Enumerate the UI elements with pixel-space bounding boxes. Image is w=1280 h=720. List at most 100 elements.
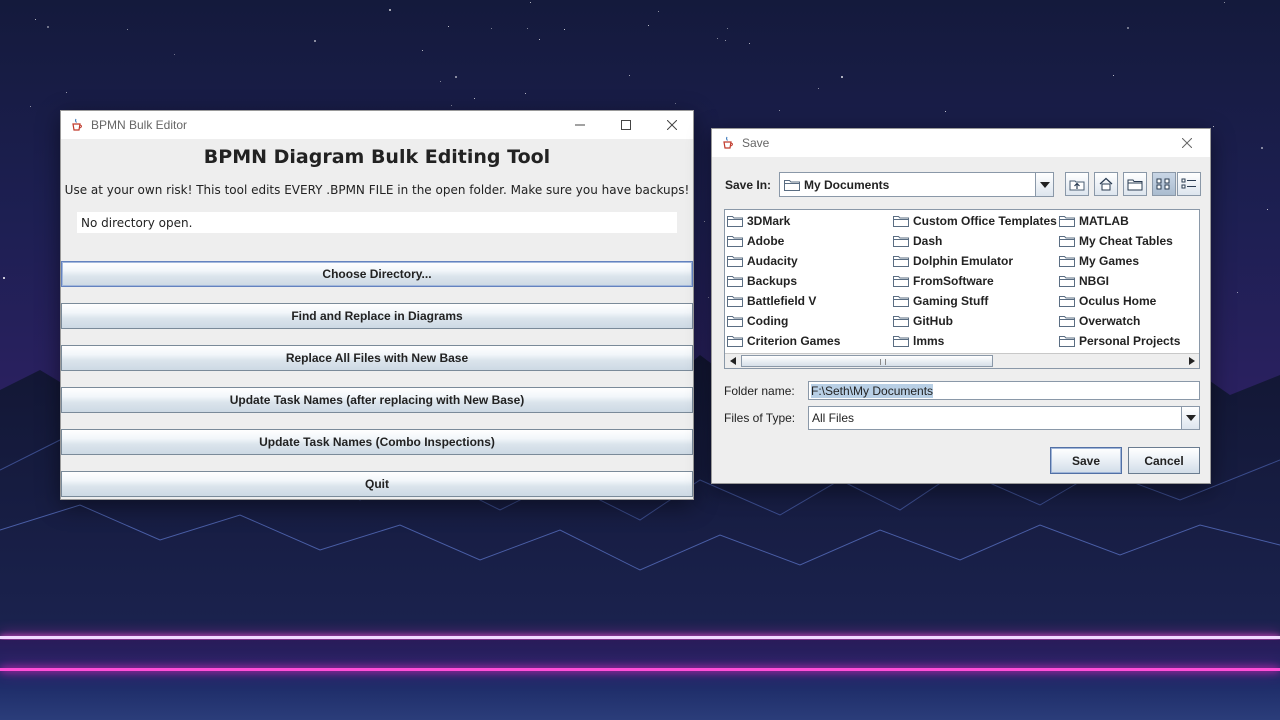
star	[675, 103, 676, 104]
update-task-names-combo-button[interactable]: Update Task Names (Combo Inspections)	[61, 429, 693, 455]
find-and-replace-button[interactable]: Find and Replace in Diagrams	[61, 303, 693, 329]
chevron-down-icon[interactable]	[1181, 407, 1199, 429]
tool-heading: BPMN Diagram Bulk Editing Tool	[203, 146, 551, 168]
java-cup-icon	[720, 135, 736, 151]
file-list-item[interactable]: Dolphin Emulator	[893, 252, 1013, 270]
maximize-icon[interactable]	[603, 111, 649, 139]
save-button[interactable]: Save	[1050, 447, 1122, 474]
scroll-right-icon[interactable]	[1184, 354, 1199, 368]
star	[704, 221, 705, 222]
star	[174, 54, 175, 55]
file-list-item[interactable]: Overwatch	[1059, 312, 1140, 330]
star	[1237, 292, 1238, 293]
synthwave-floor	[0, 640, 1280, 720]
quit-button[interactable]: Quit	[61, 471, 693, 497]
file-list-item[interactable]: Custom Office Templates	[893, 212, 1057, 230]
folder-icon	[893, 216, 909, 227]
file-name: Audacity	[747, 254, 798, 268]
file-list-item[interactable]: 3DMark	[727, 212, 790, 230]
file-list-item[interactable]: NBGI	[1059, 272, 1109, 290]
file-name: My Games	[1079, 254, 1140, 268]
file-name: Gaming Stuff	[913, 294, 989, 308]
file-name: NBGI	[1079, 274, 1109, 288]
file-name: Battlefield V	[747, 294, 817, 308]
file-list-item[interactable]: Coding	[727, 312, 788, 330]
folder-icon	[893, 256, 909, 267]
folder-icon	[893, 236, 909, 247]
save-in-combo[interactable]: My Documents	[779, 172, 1054, 197]
file-list[interactable]: Personal Projects Overwatch Oculus Home NBG…	[724, 209, 1200, 369]
file-name: GitHub	[913, 314, 953, 328]
file-list-item[interactable]: lmms	[893, 332, 944, 350]
file-name: Adobe	[747, 234, 785, 248]
close-icon[interactable]	[1164, 129, 1210, 157]
file-name: Custom Office Templates	[913, 214, 1057, 228]
files-of-type-value: All Files	[812, 411, 855, 425]
file-list-item[interactable]: Dash	[893, 232, 942, 250]
new-folder-icon[interactable]	[1123, 172, 1147, 196]
folder-name-label: Folder name:	[724, 384, 795, 398]
star	[35, 19, 36, 20]
cancel-button[interactable]: Cancel	[1128, 447, 1200, 474]
chevron-down-icon[interactable]	[1035, 173, 1053, 196]
update-task-names-new-base-button[interactable]: Update Task Names (after replacing with …	[61, 387, 693, 413]
star	[30, 106, 31, 107]
save-in-label: Save In:	[725, 178, 772, 192]
star	[455, 76, 457, 78]
file-list-item[interactable]: My Games	[1059, 252, 1139, 270]
folder-icon	[727, 316, 743, 327]
file-name: Criterion Games	[747, 334, 841, 348]
scrollbar-thumb[interactable]	[741, 355, 993, 367]
details-view-icon[interactable]	[1177, 172, 1201, 196]
star	[779, 110, 780, 111]
folder-icon	[727, 236, 743, 247]
file-list-item[interactable]: Battlefield V	[727, 292, 816, 310]
home-icon[interactable]	[1094, 172, 1118, 196]
folder-icon	[893, 296, 909, 307]
folder-icon	[1059, 216, 1075, 227]
java-cup-icon	[69, 117, 85, 133]
star	[629, 75, 630, 76]
file-list-item[interactable]: Gaming Stuff	[893, 292, 988, 310]
file-list-item[interactable]: Audacity	[727, 252, 798, 270]
files-of-type-combo[interactable]: All Files	[808, 406, 1200, 430]
star	[3, 277, 5, 279]
folder-icon	[893, 336, 909, 347]
star	[1127, 27, 1129, 29]
window-titlebar[interactable]: BPMN Bulk Editor	[61, 111, 693, 139]
file-list-item[interactable]: GitHub	[893, 312, 953, 330]
list-view-icon[interactable]	[1152, 172, 1176, 196]
dialog-title: Save	[742, 136, 770, 150]
file-list-item[interactable]: My Cheat Tables	[1059, 232, 1173, 250]
star	[717, 38, 718, 39]
file-list-item[interactable]: FromSoftware	[893, 272, 994, 290]
window-title: BPMN Bulk Editor	[91, 118, 188, 132]
star	[945, 111, 946, 112]
files-of-type-label: Files of Type:	[724, 411, 796, 425]
star	[564, 29, 565, 30]
folder-name-field[interactable]: F:\Seth\My Documents	[808, 381, 1200, 400]
file-list-item[interactable]: MATLAB	[1059, 212, 1129, 230]
dialog-titlebar[interactable]: Save	[712, 129, 1210, 157]
star	[491, 28, 492, 29]
horizontal-scrollbar[interactable]	[725, 353, 1199, 368]
star	[527, 28, 528, 29]
file-list-item[interactable]: Adobe	[727, 232, 784, 250]
close-icon[interactable]	[649, 111, 695, 139]
file-name: 3DMark	[747, 214, 791, 228]
folder-name-value: F:\Seth\My Documents	[811, 383, 934, 398]
file-list-item[interactable]: Criterion Games	[727, 332, 840, 350]
up-one-level-icon[interactable]	[1065, 172, 1089, 196]
file-list-item[interactable]: Backups	[727, 272, 797, 290]
star	[1213, 126, 1214, 127]
file-list-item[interactable]: Personal Projects	[1059, 332, 1180, 350]
file-list-item[interactable]: Oculus Home	[1059, 292, 1156, 310]
replace-all-files-button[interactable]: Replace All Files with New Base	[61, 345, 693, 371]
choose-directory-button[interactable]: Choose Directory...	[61, 261, 693, 287]
file-name: MATLAB	[1079, 214, 1129, 228]
file-name: Dolphin Emulator	[913, 254, 1013, 268]
minimize-icon[interactable]	[557, 111, 603, 139]
star	[422, 50, 423, 51]
scroll-left-icon[interactable]	[725, 354, 740, 368]
folder-icon	[727, 336, 743, 347]
